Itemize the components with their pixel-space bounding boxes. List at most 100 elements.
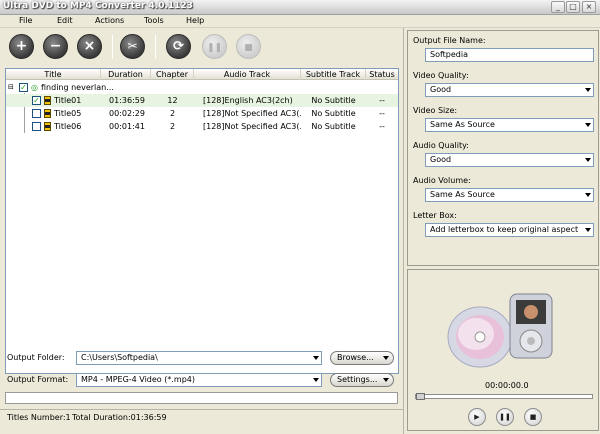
audio-quality-select[interactable]: Good bbox=[425, 153, 594, 167]
film-icon bbox=[44, 96, 51, 105]
row-checkbox[interactable] bbox=[32, 122, 41, 131]
titles-number: Titles Number:1 bbox=[7, 413, 71, 422]
list-header: Title Duration Chapter Audio Track Subti… bbox=[6, 69, 398, 80]
col-title[interactable]: Title bbox=[6, 69, 101, 80]
row-checkbox[interactable]: ✓ bbox=[32, 96, 41, 105]
video-size-value: Same As Source bbox=[430, 120, 495, 129]
menu-edit[interactable]: Edit bbox=[57, 16, 73, 25]
audio-volume-value: Same As Source bbox=[430, 190, 495, 199]
conversion-progress-bar bbox=[5, 392, 398, 404]
table-row[interactable]: ✓ Title01 01:36:59 12 [128]English AC3(2… bbox=[6, 94, 398, 107]
row-chapter: 12 bbox=[167, 96, 178, 105]
toolbar-separator bbox=[155, 35, 156, 59]
row-audio-track[interactable]: [128]Not Specified AC3(... bbox=[203, 120, 301, 133]
row-status: -- bbox=[379, 122, 385, 131]
status-bar: Titles Number:1 Total Duration:01:36:59 bbox=[0, 409, 403, 423]
row-subtitle-track[interactable]: No Subtitle bbox=[301, 120, 366, 133]
maximize-button[interactable]: □ bbox=[566, 1, 580, 13]
preview-panel: 00:00:00.0 ▶ ❚❚ ■ bbox=[407, 269, 599, 431]
browse-button[interactable]: Browse... bbox=[330, 351, 394, 365]
stop-icon: ■ bbox=[244, 43, 253, 53]
menu-tools[interactable]: Tools bbox=[144, 16, 164, 25]
row-title: Title06 bbox=[54, 122, 82, 131]
table-row[interactable]: Title06 00:01:41 2 [128]Not Specified AC… bbox=[6, 120, 398, 133]
row-audio-track[interactable]: [128]English AC3(2ch) bbox=[203, 94, 301, 107]
root-label: finding neverlan... bbox=[41, 83, 114, 92]
output-format-value: MP4 - MPEG-4 Video (*.mp4) bbox=[81, 375, 195, 384]
convert-button[interactable]: ⟳ bbox=[166, 34, 191, 59]
output-format-combo[interactable]: MP4 - MPEG-4 Video (*.mp4) bbox=[76, 373, 322, 387]
close-button[interactable]: × bbox=[582, 1, 596, 13]
stop-button[interactable]: ■ bbox=[236, 34, 261, 59]
preview-stop-button[interactable]: ■ bbox=[524, 408, 542, 426]
film-icon bbox=[44, 122, 51, 131]
file-name-label: Output File Name: bbox=[413, 36, 486, 45]
total-duration: Total Duration:01:36:59 bbox=[72, 413, 167, 422]
menu-actions[interactable]: Actions bbox=[95, 16, 124, 25]
chevron-down-icon bbox=[313, 378, 319, 382]
audio-volume-label: Audio Volume: bbox=[413, 176, 471, 185]
play-button[interactable]: ▶ bbox=[468, 408, 486, 426]
remove-button[interactable]: − bbox=[43, 34, 68, 59]
minimize-button[interactable]: _ bbox=[551, 1, 565, 13]
video-size-label: Video Size: bbox=[413, 106, 458, 115]
seek-bar[interactable] bbox=[415, 393, 593, 400]
pause-button[interactable]: ❚❚ bbox=[202, 34, 227, 59]
col-status[interactable]: Status bbox=[366, 69, 398, 80]
letterbox-select[interactable]: Add letterbox to keep original aspect bbox=[425, 223, 594, 237]
title-list[interactable]: Title Duration Chapter Audio Track Subti… bbox=[5, 68, 399, 374]
video-quality-select[interactable]: Good bbox=[425, 83, 594, 97]
trim-button[interactable]: ✂ bbox=[120, 34, 145, 59]
dvd-player-illustration bbox=[447, 293, 553, 368]
stop-icon: ■ bbox=[529, 413, 537, 421]
row-status: -- bbox=[379, 109, 385, 118]
disc-icon: ◎ bbox=[31, 83, 38, 92]
settings-label: Settings... bbox=[337, 375, 378, 384]
settings-button[interactable]: Settings... bbox=[330, 373, 394, 387]
clear-button[interactable]: × bbox=[77, 34, 102, 59]
collapse-icon[interactable]: ⊟ bbox=[8, 81, 14, 94]
pause-icon: ❚❚ bbox=[499, 413, 511, 421]
row-subtitle-track[interactable]: No Subtitle bbox=[301, 107, 366, 120]
table-row[interactable]: Title05 00:02:29 2 [128]Not Specified AC… bbox=[6, 107, 398, 120]
menu-file[interactable]: File bbox=[19, 16, 32, 25]
preview-pause-button[interactable]: ❚❚ bbox=[496, 408, 514, 426]
menu-bar: File Edit Actions Tools Help bbox=[0, 15, 600, 28]
col-subtitle-track[interactable]: Subtitle Track bbox=[301, 69, 366, 80]
output-folder-combo[interactable]: C:\Users\Softpedia\ bbox=[76, 351, 322, 365]
preview-time: 00:00:00.0 bbox=[485, 381, 529, 390]
chevron-down-icon bbox=[383, 378, 389, 382]
row-subtitle-track[interactable]: No Subtitle bbox=[301, 94, 366, 107]
audio-volume-select[interactable]: Same As Source bbox=[425, 188, 594, 202]
menu-help[interactable]: Help bbox=[186, 16, 204, 25]
chevron-down-icon bbox=[585, 88, 591, 92]
seek-thumb[interactable] bbox=[416, 393, 425, 400]
video-quality-label: Video Quality: bbox=[413, 71, 469, 80]
settings-panel: Output File Name: Softpedia Video Qualit… bbox=[407, 30, 599, 266]
row-checkbox[interactable] bbox=[32, 109, 41, 118]
cross-icon: × bbox=[83, 38, 96, 54]
row-audio-track[interactable]: [128]Not Specified AC3(... bbox=[203, 107, 301, 120]
file-name-input[interactable]: Softpedia bbox=[425, 48, 594, 62]
scissors-icon: ✂ bbox=[127, 39, 138, 53]
col-chapter[interactable]: Chapter bbox=[151, 69, 194, 80]
audio-quality-value: Good bbox=[430, 155, 452, 164]
video-size-select[interactable]: Same As Source bbox=[425, 118, 594, 132]
left-panel: + − × ✂ ⟳ ❚❚ ■ Title Duration Chapter Au… bbox=[0, 28, 403, 434]
row-status: -- bbox=[379, 96, 385, 105]
letterbox-label: Letter Box: bbox=[413, 211, 457, 220]
add-button[interactable]: + bbox=[9, 34, 34, 59]
audio-quality-label: Audio Quality: bbox=[413, 141, 469, 150]
row-title: Title01 bbox=[54, 96, 82, 105]
window-title: Ultra DVD to MP4 Converter 4.0.1123 bbox=[3, 1, 193, 11]
row-duration: 00:01:41 bbox=[109, 122, 145, 131]
tree-root-row[interactable]: ⊟ ✓ ◎ finding neverlan... bbox=[6, 81, 398, 94]
toolbar-separator bbox=[112, 35, 113, 59]
col-duration[interactable]: Duration bbox=[101, 69, 151, 80]
right-panel: Output File Name: Softpedia Video Qualit… bbox=[403, 28, 600, 434]
output-format-label: Output Format: bbox=[7, 375, 69, 384]
output-folder-label: Output Folder: bbox=[7, 353, 65, 362]
root-checkbox[interactable]: ✓ bbox=[19, 83, 28, 92]
col-audio-track[interactable]: Audio Track bbox=[194, 69, 301, 80]
video-quality-value: Good bbox=[430, 85, 452, 94]
